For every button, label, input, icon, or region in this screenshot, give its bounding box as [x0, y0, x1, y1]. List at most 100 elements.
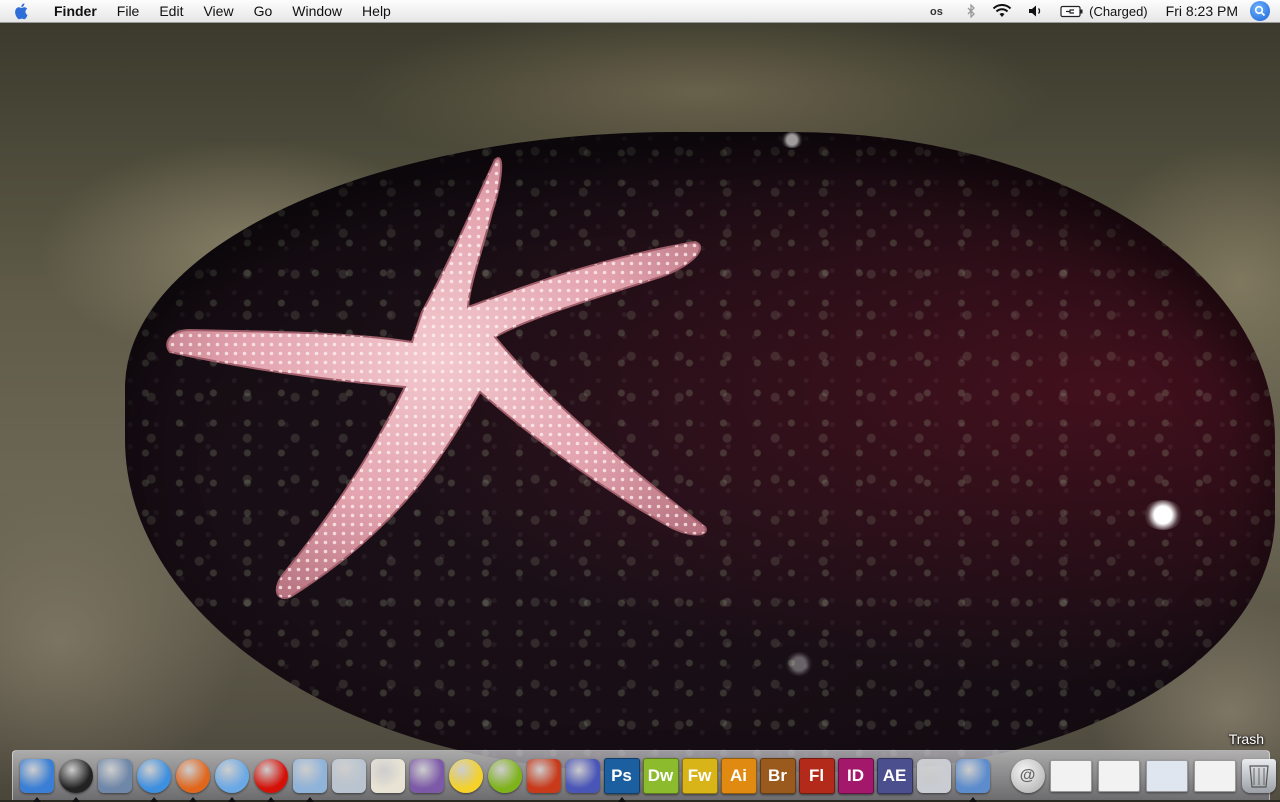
wallpaper-glint [780, 132, 804, 148]
dock-trash[interactable] [1240, 756, 1277, 796]
after-effects-icon: AE [876, 757, 913, 794]
lastfm-icon [253, 758, 288, 793]
trash-icon [1241, 758, 1276, 793]
minimized-window-thumbnail [1194, 759, 1236, 792]
dock-item-photo-tool[interactable] [954, 756, 991, 802]
dock-item-spiral-app[interactable] [486, 756, 523, 796]
menu-help[interactable]: Help [352, 0, 401, 22]
dock-item-photoshop[interactable]: Ps [603, 756, 640, 802]
dock-item-finder[interactable] [18, 756, 55, 802]
dashboard-icon [58, 758, 93, 793]
dock-minimized-window[interactable] [1192, 756, 1238, 796]
svg-text:os: os [930, 6, 943, 17]
mail-icon [97, 758, 132, 793]
dock-item-dreamweaver[interactable]: Dw [642, 756, 679, 796]
flash-icon: Fl [798, 757, 835, 794]
running-indicator [968, 796, 977, 802]
dock-item-firefox[interactable] [174, 756, 211, 802]
dreamweaver-icon: Dw [642, 757, 679, 794]
dock-tooltip-trash: Trash [1228, 731, 1264, 747]
bluetooth-icon [967, 4, 976, 18]
dock-item-textedit[interactable] [369, 756, 406, 796]
iphoto-icon [331, 758, 366, 793]
wifi-icon [992, 4, 1012, 17]
dock: Ps Dw Fw Ai Br Fl ID AE @ [12, 750, 1276, 802]
running-indicator [71, 796, 80, 802]
bluetooth-menu-extra[interactable] [958, 0, 984, 22]
dock-item-iphoto[interactable] [330, 756, 367, 796]
running-indicator [227, 796, 236, 802]
preview-icon [292, 758, 327, 793]
dock-item-fireworks[interactable]: Fw [681, 756, 718, 796]
volume-menu-extra[interactable] [1020, 0, 1052, 22]
downloads-stack-icon: @ [1010, 758, 1045, 793]
dock-item-flash[interactable]: Fl [798, 756, 835, 796]
dock-minimized-window[interactable] [1096, 756, 1142, 796]
wallpaper-glint [1143, 500, 1183, 530]
battery-status-text: (Charged) [1089, 3, 1148, 19]
dock-item-burst-app[interactable] [564, 756, 601, 796]
dock-item-safari[interactable] [135, 756, 172, 802]
bridge-utility-icon [409, 758, 444, 793]
battery-menu-extra[interactable]: (Charged) [1052, 0, 1156, 22]
finder-icon [19, 758, 54, 793]
menu-edit[interactable]: Edit [149, 0, 193, 22]
dock-apps-section: Ps Dw Fw Ai Br Fl ID AE [17, 756, 992, 802]
illustrator-icon: Ai [720, 757, 757, 794]
dock-downloads-stack[interactable]: @ [1009, 756, 1046, 796]
running-indicator [305, 796, 314, 802]
apple-icon [15, 3, 28, 20]
dock-item-lastfm[interactable] [252, 756, 289, 802]
fireworks-icon: Fw [681, 757, 718, 794]
minimized-window-thumbnail [1098, 759, 1140, 792]
dock-item-preview[interactable] [291, 756, 328, 802]
menu-file[interactable]: File [107, 0, 150, 22]
dock-item-cyberduck[interactable] [447, 756, 484, 796]
dock-documents-section: @ [1008, 756, 1278, 796]
menu-go[interactable]: Go [244, 0, 283, 22]
running-indicator [149, 796, 158, 802]
safari-icon [136, 758, 171, 793]
wifi-menu-extra[interactable] [984, 0, 1020, 22]
dock-item-script-editor[interactable] [915, 756, 952, 796]
dock-item-illustrator[interactable]: Ai [720, 756, 757, 796]
menu-bar: Finder File Edit View Go Window Help os [0, 0, 1280, 23]
dock-item-dashboard[interactable] [57, 756, 94, 802]
dock-item-after-effects[interactable]: AE [876, 756, 913, 796]
dock-item-bridge-utility[interactable] [408, 756, 445, 796]
dock-item-itunes[interactable] [213, 756, 250, 802]
itunes-icon [214, 758, 249, 793]
dock-item-mail[interactable] [96, 756, 133, 796]
menu-finder[interactable]: Finder [44, 0, 107, 22]
running-indicator [188, 796, 197, 802]
lastfm-menu-extra[interactable]: os [922, 0, 958, 22]
dock-item-indesign[interactable]: ID [837, 756, 874, 796]
sun-app-icon [526, 758, 561, 793]
minimized-window-thumbnail [1050, 759, 1092, 792]
menu-extras: os (Charged) Fri 8:23 PM [922, 0, 1280, 22]
menu-window[interactable]: Window [282, 0, 352, 22]
photo-tool-icon [955, 758, 990, 793]
running-indicator [617, 796, 626, 802]
menu-clock[interactable]: Fri 8:23 PM [1156, 0, 1250, 22]
indesign-icon: ID [837, 757, 874, 794]
spotlight-search-icon [1254, 5, 1266, 17]
running-indicator [32, 796, 41, 802]
battery-plug-icon [1060, 5, 1083, 17]
desktop-wallpaper [0, 22, 1280, 800]
volume-icon [1029, 5, 1041, 17]
spotlight-button[interactable] [1250, 1, 1270, 21]
firefox-icon [175, 758, 210, 793]
lastfm-status-icon: os [930, 6, 943, 17]
menu-view[interactable]: View [193, 0, 243, 22]
textedit-icon [370, 758, 405, 793]
photoshop-icon: Ps [603, 757, 640, 794]
apple-menu[interactable] [0, 2, 44, 20]
script-editor-icon [916, 758, 951, 793]
dock-minimized-window[interactable] [1048, 756, 1094, 796]
dock-item-bridge[interactable]: Br [759, 756, 796, 796]
dock-minimized-window[interactable] [1144, 756, 1190, 796]
cyberduck-icon [448, 758, 483, 793]
dock-item-sun-app[interactable] [525, 756, 562, 796]
wallpaper-glint [785, 652, 813, 676]
